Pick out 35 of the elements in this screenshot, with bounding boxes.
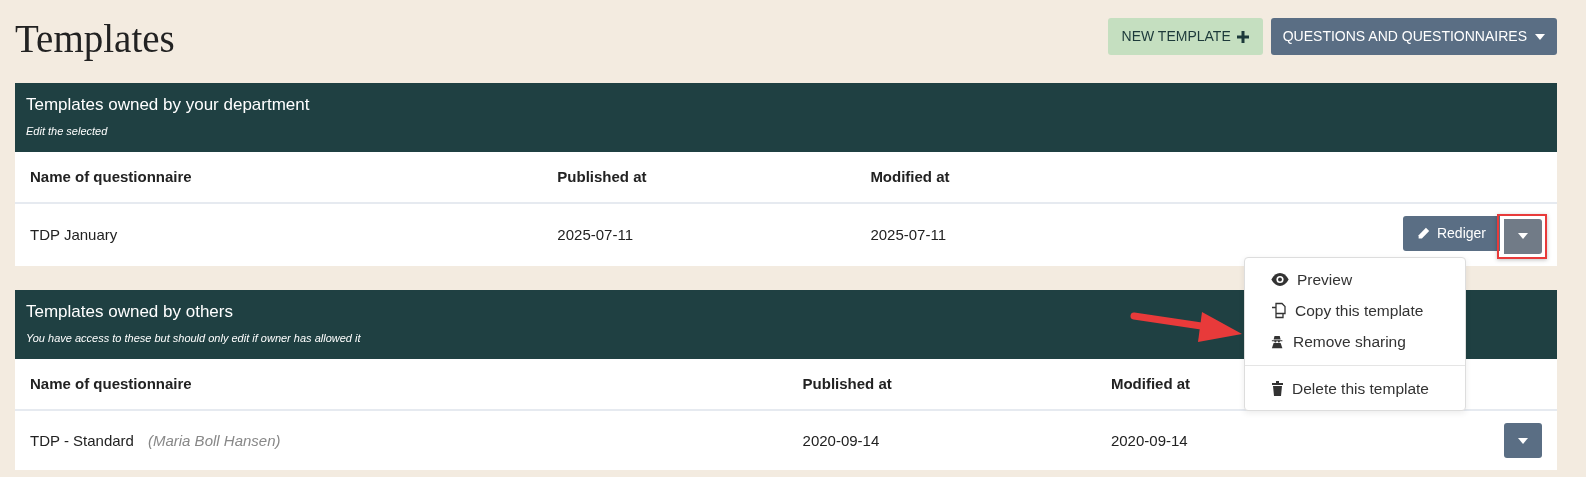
caret-icon xyxy=(1518,437,1528,444)
pencil-icon xyxy=(1416,227,1430,241)
eye-icon xyxy=(1271,272,1289,286)
column-header: Modified at xyxy=(855,151,1226,204)
column-header: Name of questionnaire xyxy=(15,151,543,204)
spy-icon xyxy=(1271,333,1285,350)
column-header: Published at xyxy=(542,151,856,204)
menu-item[interactable]: Delete this template xyxy=(1245,372,1465,404)
template-name: TDP January xyxy=(30,225,118,243)
table-cell: 2020-09-14 xyxy=(1095,410,1389,471)
dropdown-toggle-button[interactable] xyxy=(1504,218,1542,254)
questions-dropdown-button[interactable]: QUESTIONS AND QUESTIONNAIRES xyxy=(1270,18,1557,55)
caret-icon xyxy=(1535,33,1545,40)
edit-button[interactable]: Rediger xyxy=(1402,216,1500,252)
plus-icon xyxy=(1236,30,1249,43)
table-cell: 2025-07-11 xyxy=(542,203,856,266)
column-header: Published at xyxy=(787,358,1096,411)
owner-name: (Maria Boll Hansen) xyxy=(147,431,281,449)
template-name: TDP - Standard xyxy=(30,431,134,449)
menu-item[interactable]: Copy this template xyxy=(1245,295,1465,327)
table-cell: 2025-07-11 xyxy=(855,203,1226,266)
table-cell: 2020-09-14 xyxy=(787,410,1096,471)
trash-icon xyxy=(1271,380,1284,396)
copy-icon xyxy=(1271,302,1287,320)
column-header: Name of questionnaire xyxy=(15,358,788,411)
panel-title: Templates owned by others xyxy=(26,300,233,323)
caret-icon xyxy=(1518,233,1528,240)
dropdown-toggle-button[interactable] xyxy=(1504,423,1542,459)
panel-subtitle: Edit the selected xyxy=(26,124,108,140)
panel-subtitle: You have access to these but should only edit if owner has allowed it xyxy=(26,331,361,347)
menu-item[interactable]: Preview xyxy=(1245,263,1465,296)
menu-item[interactable]: Remove sharing xyxy=(1245,326,1465,358)
new-template-button[interactable]: NEW TEMPLATE xyxy=(1107,18,1263,55)
panel-title: Templates owned by your department xyxy=(26,93,310,116)
page-title: Templates xyxy=(15,16,175,63)
